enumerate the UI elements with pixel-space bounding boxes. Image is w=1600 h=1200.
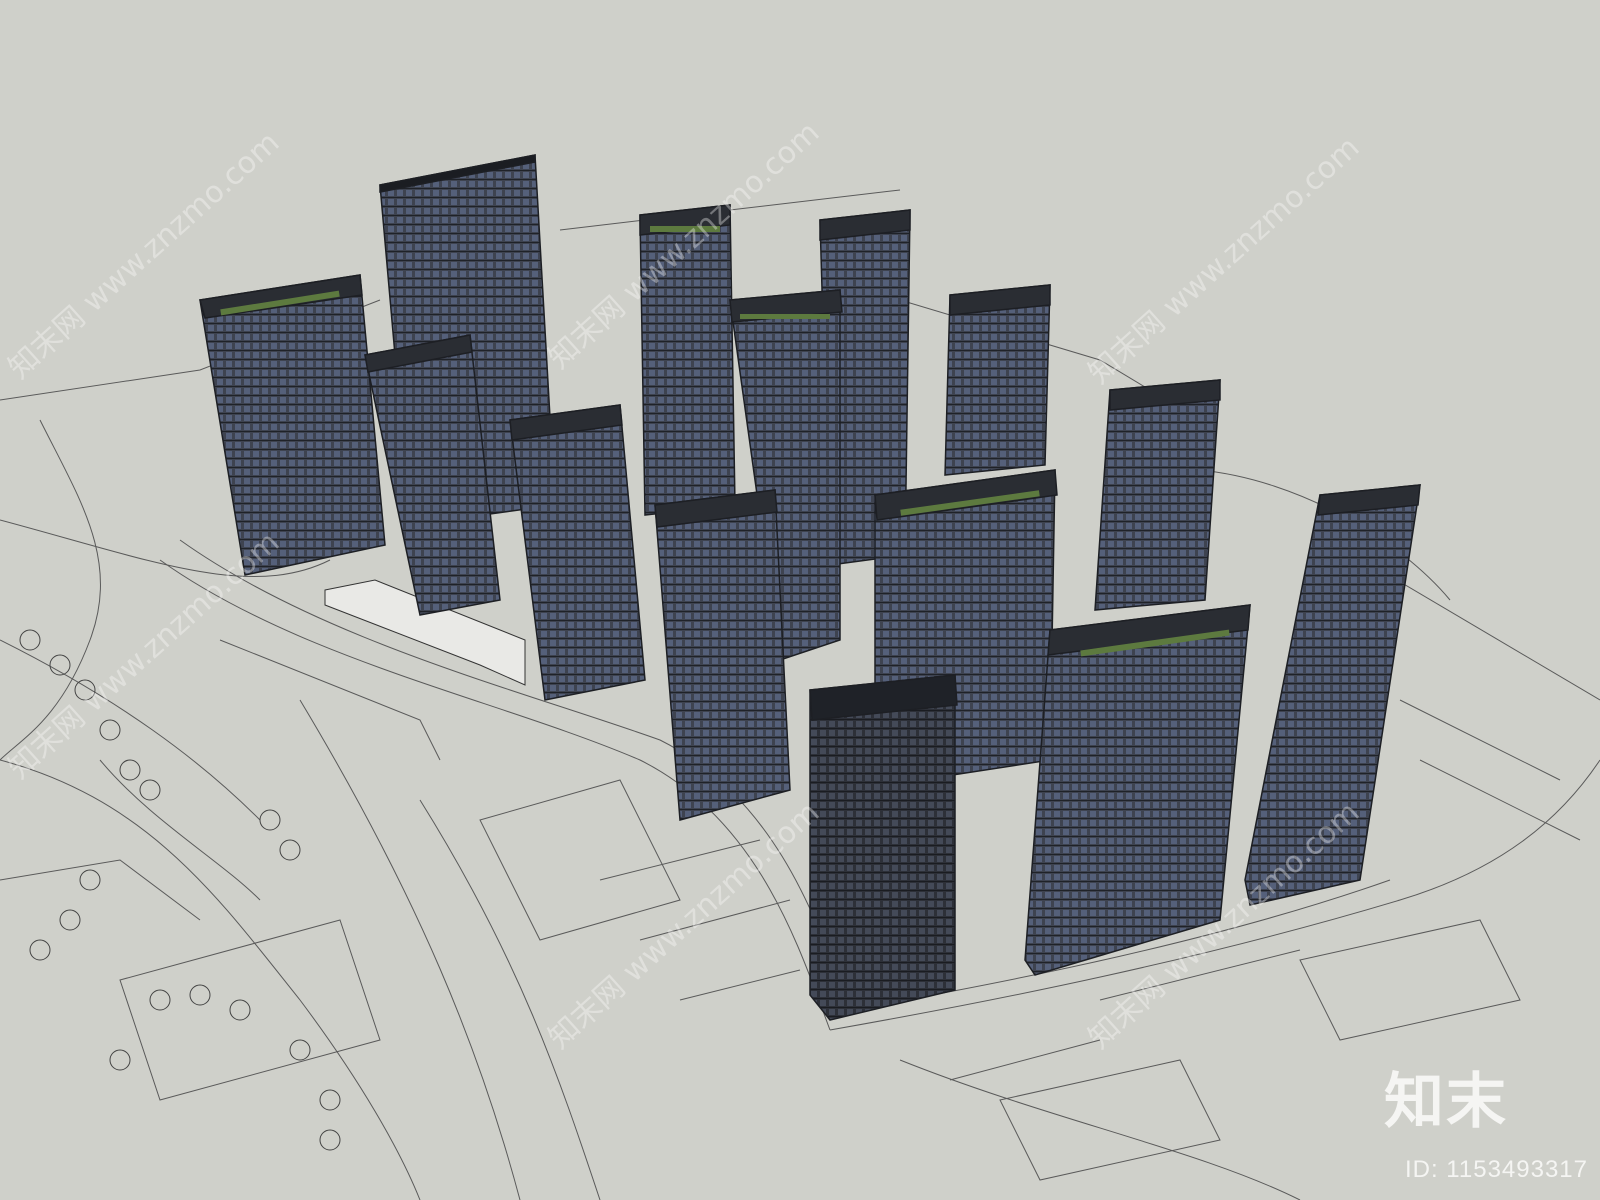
watermark-text: 知末网 www.znzmo.com (1082, 130, 1366, 391)
architectural-model-scene: 知末网 www.znzmo.com 知末网 www.znzmo.com 知末网 … (0, 115, 1600, 1200)
watermark-text: 知末网 www.znzmo.com (542, 795, 826, 1056)
watermark-text: 知末网 www.znzmo.com (2, 525, 286, 786)
tower-i (509, 404, 646, 701)
asset-id-label: ID: 1153493317 (1404, 1156, 1588, 1183)
brand-logo: 知末 (1384, 1067, 1508, 1137)
tower-h (1094, 379, 1221, 611)
tower-e (199, 274, 386, 576)
tower-n (809, 674, 956, 1021)
tower-k (654, 489, 791, 821)
